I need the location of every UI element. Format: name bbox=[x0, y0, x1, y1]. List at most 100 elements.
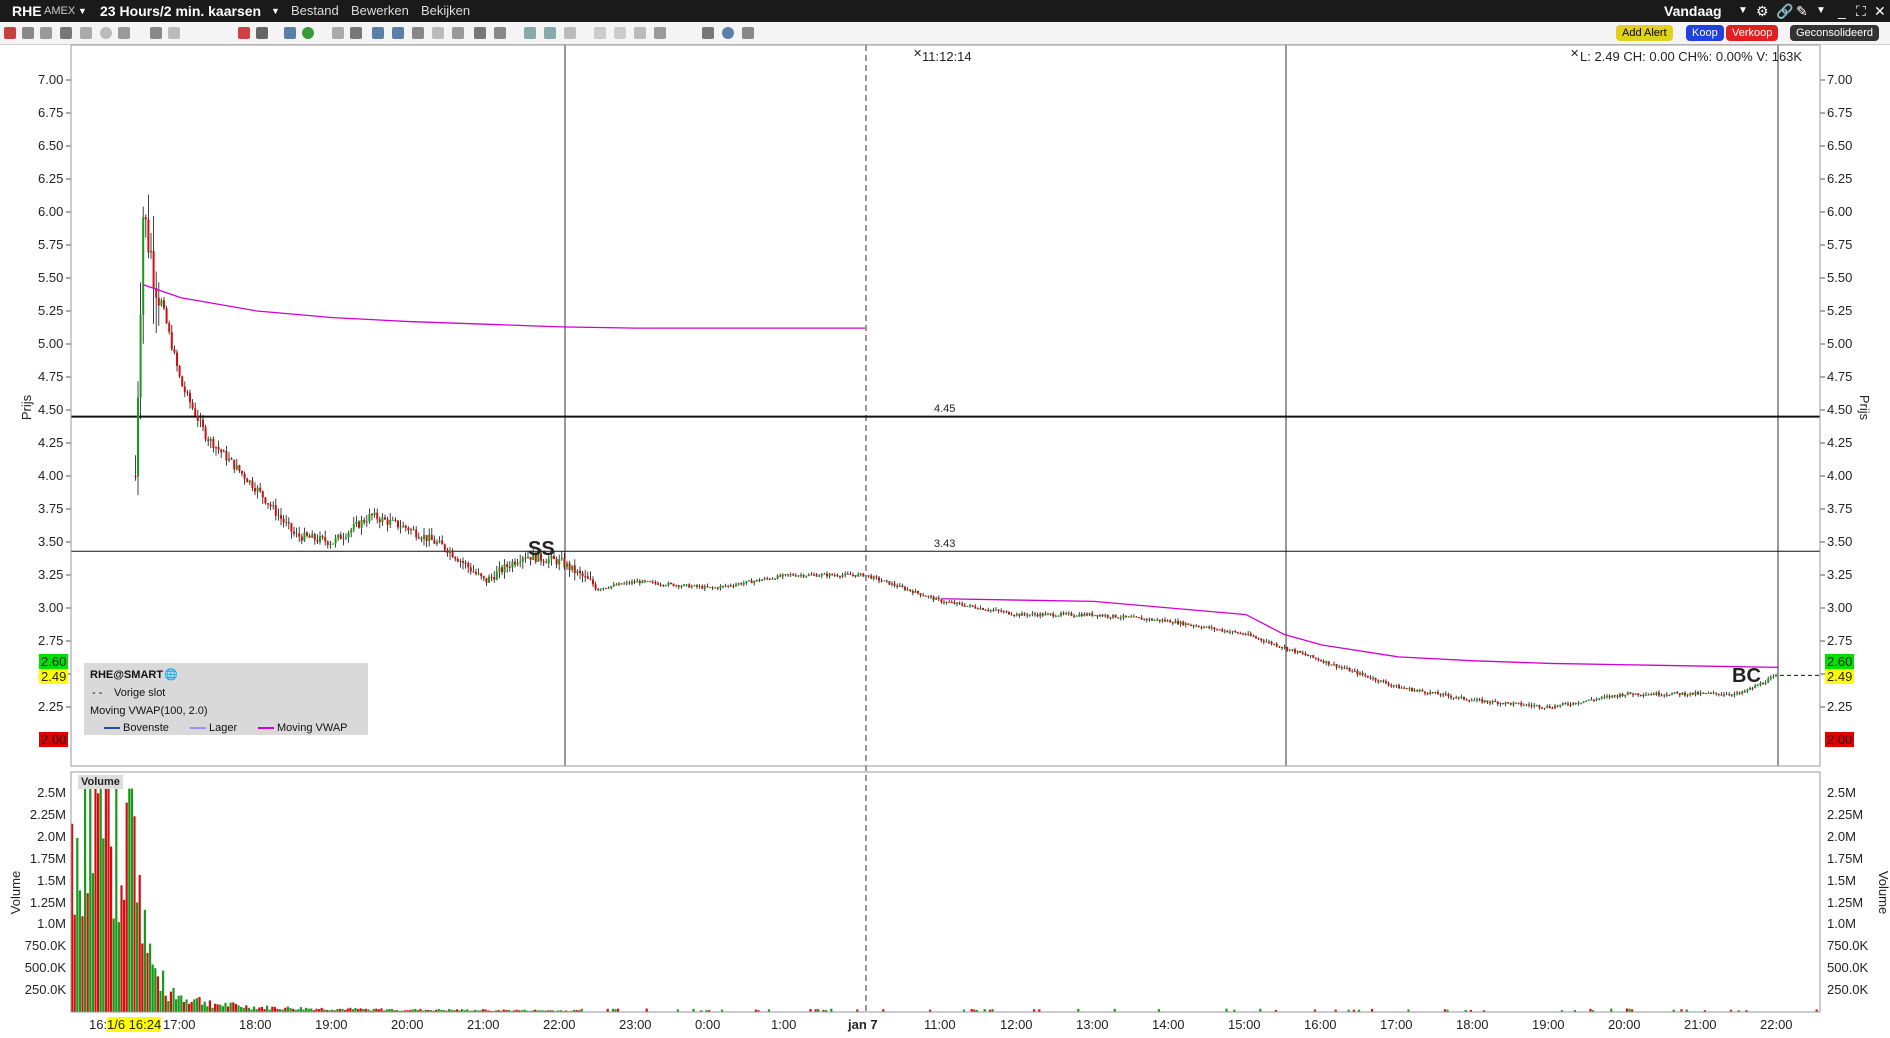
candle-body bbox=[1715, 692, 1718, 694]
candle-body bbox=[914, 590, 917, 594]
candle-body bbox=[397, 520, 399, 528]
candle-body bbox=[345, 537, 347, 539]
candle-body bbox=[1062, 612, 1065, 614]
candle-body bbox=[1634, 693, 1637, 695]
candle-body bbox=[1213, 627, 1216, 630]
candle-body bbox=[758, 579, 761, 581]
candle-body bbox=[880, 580, 883, 582]
candle-body bbox=[501, 567, 503, 573]
candle-body bbox=[846, 573, 849, 575]
candle-body bbox=[1551, 707, 1554, 709]
volume-bar bbox=[375, 1008, 378, 1012]
volume-tick-label-left: 1.75M bbox=[29, 850, 66, 866]
volume-bar bbox=[284, 1007, 287, 1012]
candle-body bbox=[742, 582, 745, 585]
candle-body bbox=[1522, 705, 1525, 707]
candle-body bbox=[1535, 705, 1538, 707]
candle-body bbox=[1021, 613, 1023, 616]
candle-body bbox=[1106, 615, 1109, 618]
candle-body bbox=[1010, 614, 1013, 616]
candle-body bbox=[308, 535, 311, 538]
candle-body bbox=[1642, 695, 1645, 697]
candle-body bbox=[1455, 697, 1458, 699]
candle-body bbox=[612, 584, 615, 587]
candle-body bbox=[836, 575, 839, 577]
candle-body bbox=[1052, 613, 1055, 617]
price-tick-label-right: 7.00 bbox=[1827, 72, 1853, 87]
volume-bar bbox=[84, 788, 87, 1012]
candle-body bbox=[337, 534, 340, 538]
time-axis-label: 14:00 bbox=[1152, 1017, 1185, 1032]
candle-body bbox=[1528, 704, 1530, 706]
candle-body bbox=[256, 487, 259, 492]
candle-body bbox=[888, 581, 891, 585]
candle-body bbox=[891, 583, 893, 585]
legend-globe-icon[interactable]: 🌐 bbox=[164, 668, 178, 681]
candle-body bbox=[1161, 619, 1164, 622]
candle-body bbox=[259, 487, 262, 492]
candle-body bbox=[1450, 696, 1452, 698]
candle-body bbox=[680, 585, 683, 587]
volume-bar bbox=[151, 964, 154, 1012]
candle-body bbox=[350, 529, 353, 533]
candle-body bbox=[1639, 695, 1642, 697]
price-volume-chart[interactable] bbox=[0, 0, 1890, 1038]
candle-body bbox=[1273, 643, 1276, 645]
candle-body bbox=[495, 571, 498, 580]
badge-low-right: 2.00 bbox=[1825, 732, 1855, 747]
candle-body bbox=[1720, 694, 1723, 696]
legend-prevclose-swatch: - - bbox=[92, 687, 103, 699]
candle-body bbox=[1252, 635, 1255, 637]
candle-body bbox=[1663, 694, 1666, 696]
candle-body bbox=[586, 576, 589, 579]
candle-body bbox=[1047, 613, 1049, 615]
candle-body bbox=[1437, 692, 1439, 695]
candle-body bbox=[667, 583, 670, 586]
volume-tick-label-left: 750.0K bbox=[24, 938, 66, 954]
candle-body bbox=[633, 581, 636, 583]
legend-indicator[interactable]: Moving VWAP(100, 2.0) bbox=[90, 705, 208, 717]
volume-bar bbox=[617, 1008, 620, 1012]
candle-body bbox=[1187, 623, 1190, 626]
candle-body bbox=[1317, 658, 1320, 661]
candle-body bbox=[1478, 699, 1481, 701]
candle-body bbox=[303, 532, 306, 541]
candle-body bbox=[1533, 705, 1536, 707]
candle-body bbox=[995, 609, 997, 611]
candle-body bbox=[274, 505, 277, 516]
volume-bar bbox=[237, 1005, 240, 1012]
candle-body bbox=[352, 523, 355, 530]
candle-body bbox=[1749, 687, 1751, 690]
candle-body bbox=[719, 586, 722, 589]
volume-bar bbox=[201, 1004, 204, 1012]
candle-body bbox=[1382, 680, 1385, 682]
candle-body bbox=[1486, 700, 1489, 703]
candle-body bbox=[371, 514, 373, 516]
crosshair-close-icon[interactable]: ✕ bbox=[913, 47, 922, 60]
candle-body bbox=[1197, 626, 1200, 628]
candle-body bbox=[909, 589, 912, 591]
candle-body bbox=[178, 365, 181, 377]
candle-body bbox=[277, 515, 280, 517]
volume-tick-label-right: 1.25M bbox=[1827, 894, 1864, 910]
candle-body bbox=[360, 520, 363, 528]
candle-body bbox=[209, 438, 212, 441]
candle-body bbox=[1143, 618, 1146, 620]
candle-body bbox=[1468, 700, 1471, 702]
price-axis-title-right: Prijs bbox=[1857, 394, 1873, 421]
candle-body bbox=[646, 581, 649, 583]
candle-body bbox=[319, 535, 321, 542]
volume-bars bbox=[71, 788, 1818, 1012]
candle-body bbox=[490, 576, 493, 578]
info-close-icon[interactable]: ✕ bbox=[1570, 47, 1579, 60]
candle-body bbox=[441, 540, 444, 545]
candle-body bbox=[1114, 614, 1117, 618]
candle-body bbox=[1135, 616, 1138, 618]
candle-body bbox=[1574, 702, 1577, 704]
candle-body bbox=[290, 523, 293, 532]
chart-legend[interactable]: RHE@SMART 🌐 - - Vorige slot Moving VWAP(… bbox=[84, 663, 368, 735]
legend-title: RHE@SMART bbox=[90, 669, 164, 681]
volume-tick-label-right: 1.75M bbox=[1827, 850, 1864, 866]
candle-body bbox=[1041, 613, 1044, 616]
volume-bar bbox=[167, 1001, 170, 1012]
